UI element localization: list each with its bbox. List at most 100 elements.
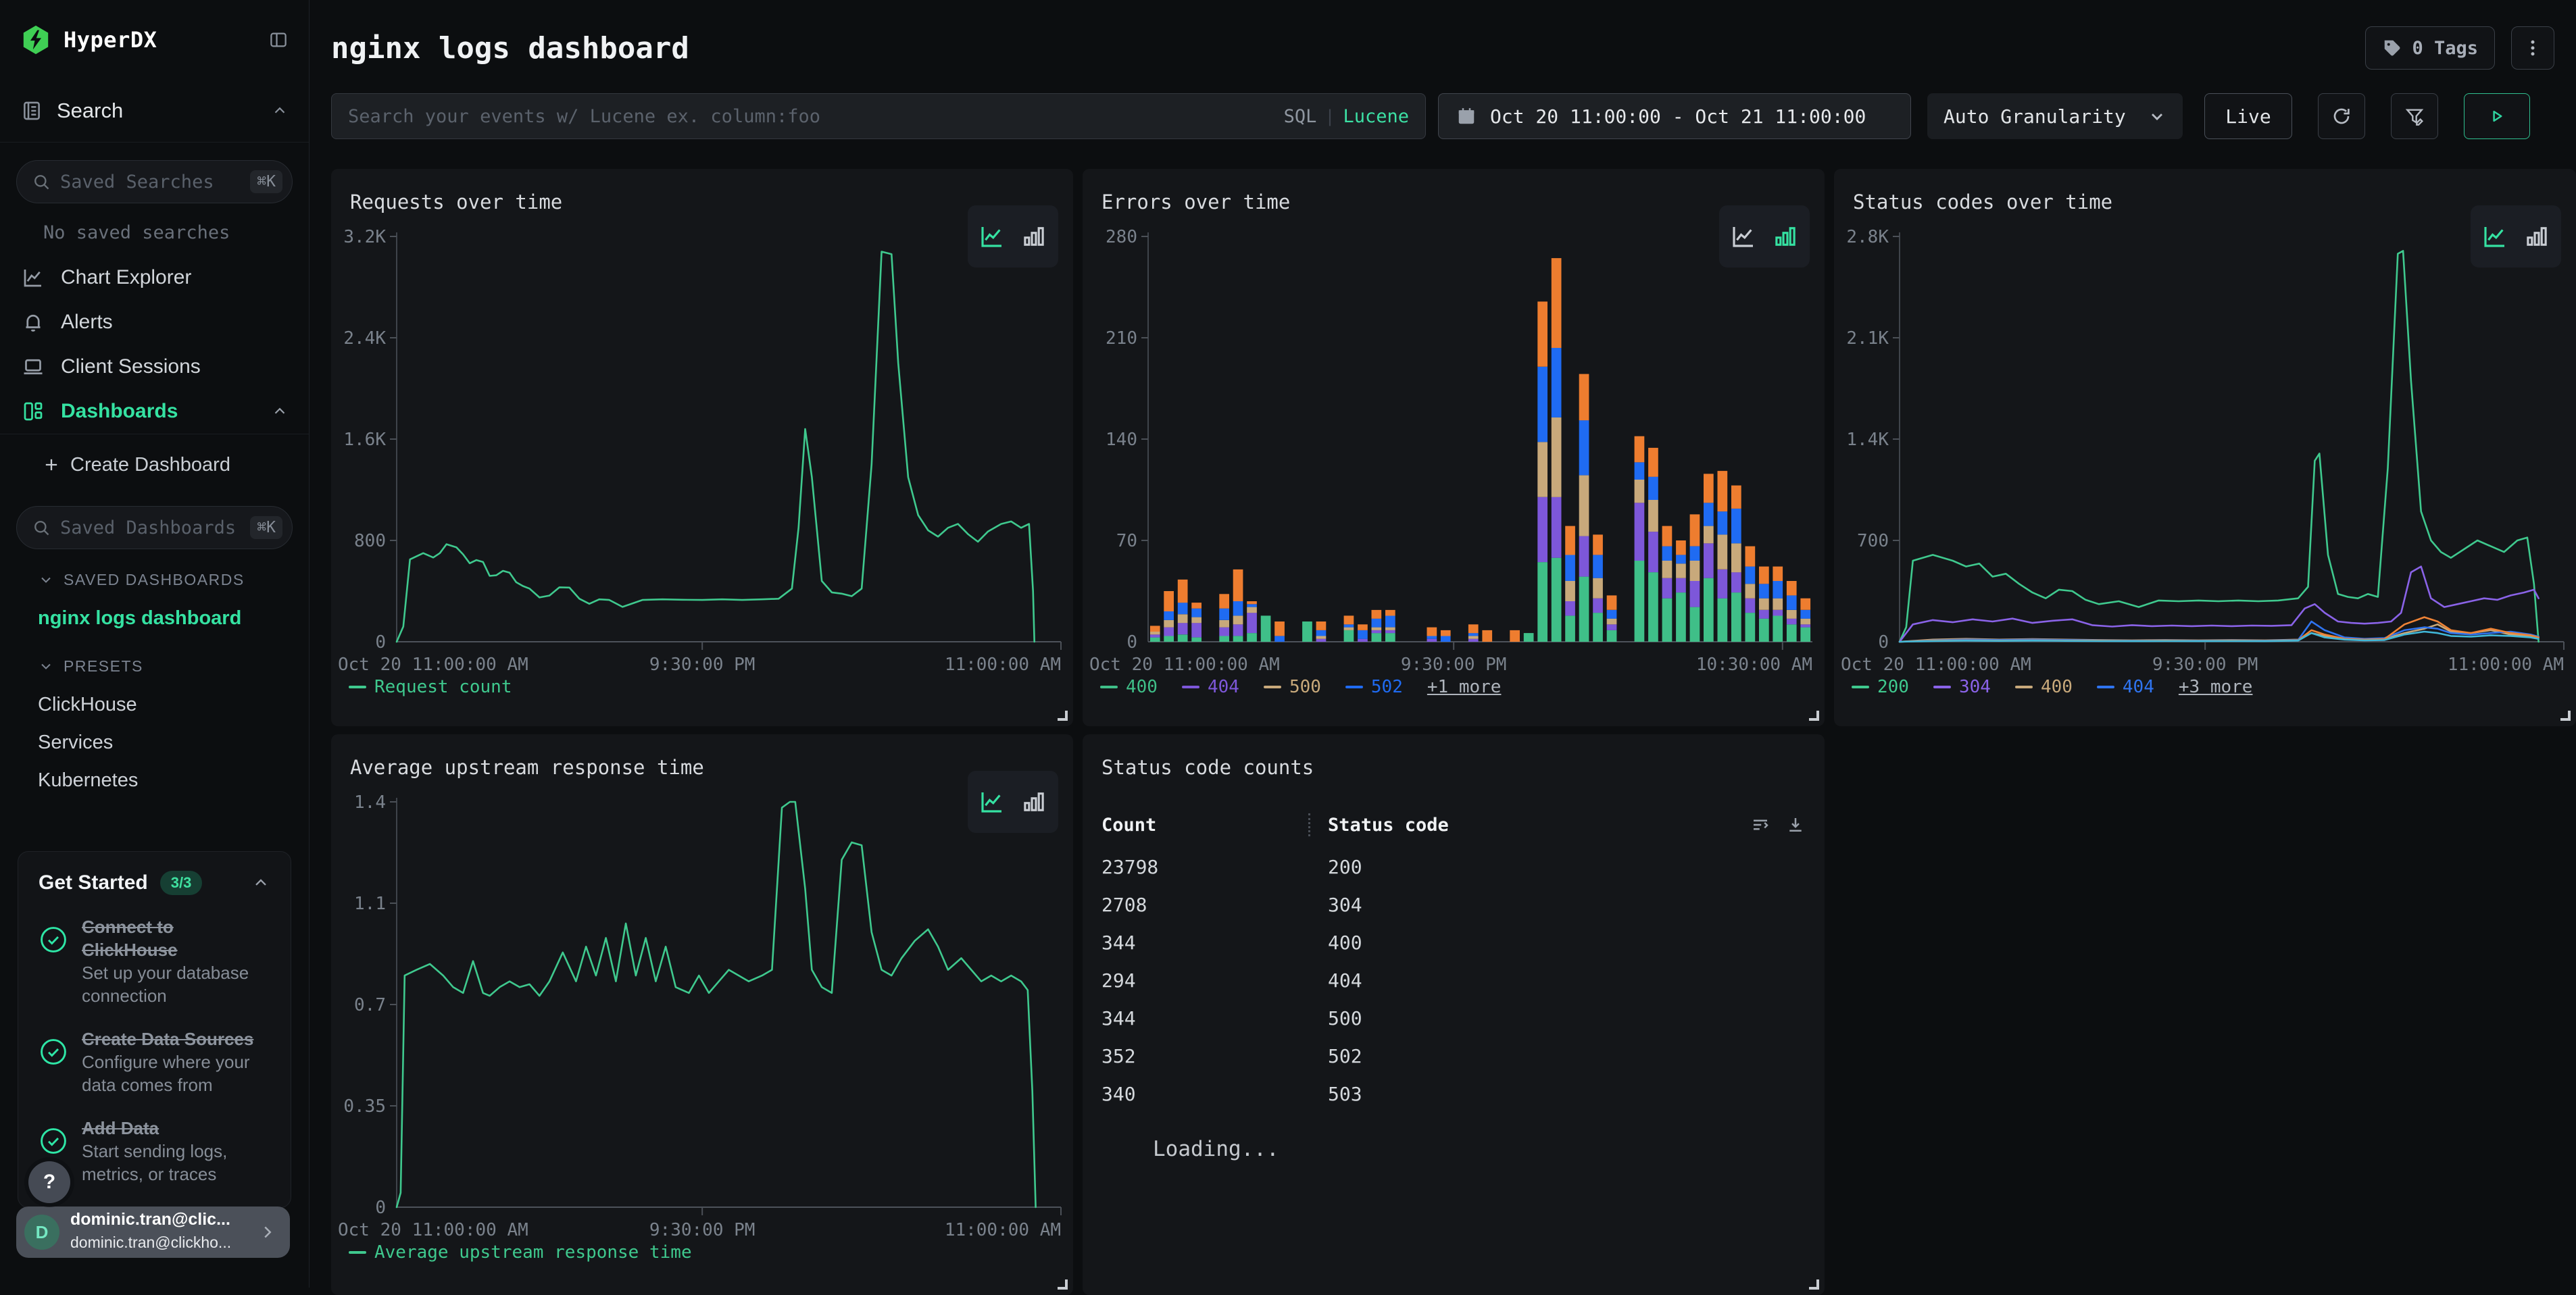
filter-button[interactable] [2391, 93, 2438, 139]
legend-label: 500 [1289, 677, 1321, 697]
sidebar-item-search[interactable]: Search [0, 80, 309, 142]
svg-text:9:30:00 PM: 9:30:00 PM [1401, 655, 1507, 675]
bar-chart-toggle-icon[interactable] [1020, 222, 1048, 251]
help-button[interactable]: ? [28, 1161, 70, 1203]
bar-chart-toggle-icon[interactable] [1771, 222, 1800, 251]
lucene-mode-toggle[interactable]: Lucene [1343, 106, 1409, 127]
panel-resize-handle[interactable] [1809, 711, 1819, 721]
svg-text:10:30:00 AM: 10:30:00 AM [1696, 655, 1812, 675]
get-started-step-connect[interactable]: Connect to ClickHouse Set up your databa… [39, 915, 270, 1007]
sidebar-item-client-sessions[interactable]: Client Sessions [0, 345, 309, 389]
legend-item[interactable]: 502 [1345, 677, 1403, 697]
get-started-card: Get Started 3/3 Connect to ClickHouse Se… [18, 851, 291, 1208]
line-chart-toggle-icon[interactable] [2481, 222, 2509, 251]
chart-line-icon [20, 265, 46, 290]
bar-chart-toggle-icon[interactable] [1020, 788, 1048, 816]
no-saved-searches-text: No saved searches [43, 222, 309, 243]
event-search-box[interactable]: SQL | Lucene [331, 93, 1426, 139]
legend-item[interactable]: 200 [1852, 677, 1909, 697]
column-separator[interactable] [1308, 813, 1310, 836]
presets-section-toggle[interactable]: PRESETS [0, 646, 309, 686]
sidebar-item-dashboards[interactable]: Dashboards [0, 389, 309, 434]
legend-more-link[interactable]: +1 more [1427, 677, 1502, 697]
create-dashboard-button[interactable]: Create Dashboard [0, 441, 309, 488]
brand-name: HyperDX [64, 27, 268, 53]
laptop-icon [20, 355, 46, 379]
column-header-status-code[interactable]: Status code [1328, 815, 1750, 836]
time-range-picker[interactable]: Oct 20 11:00:00 - Oct 21 11:00:00 [1438, 93, 1911, 139]
legend: Average upstream response time [349, 1242, 692, 1263]
errors-chart: 280210140700Oct 20 11:00:00 AM9:30:00 PM… [1083, 169, 1825, 726]
sql-mode-toggle[interactable]: SQL [1284, 106, 1317, 127]
svg-text:11:00:00 AM: 11:00:00 AM [945, 655, 1061, 675]
panel-resize-handle[interactable] [2560, 711, 2571, 721]
cell-count: 23798 [1101, 856, 1308, 878]
saved-dashboards-section-toggle[interactable]: SAVED DASHBOARDS [0, 560, 309, 599]
sidebar-item-clickhouse[interactable]: ClickHouse [0, 686, 309, 723]
sidebar-logo-row: HyperDX [0, 0, 309, 80]
column-header-count[interactable]: Count [1101, 815, 1308, 836]
filter-edit-icon [2404, 105, 2425, 127]
get-started-step-sources[interactable]: Create Data Sources Configure where your… [39, 1027, 270, 1096]
legend-item[interactable]: 404 [2097, 677, 2154, 697]
svg-text:9:30:00 PM: 9:30:00 PM [649, 1220, 756, 1240]
chevron-up-icon[interactable] [251, 873, 270, 892]
table-row: 2708304 [1101, 886, 1806, 923]
event-search-input[interactable] [348, 106, 1284, 127]
svg-text:800: 800 [354, 531, 386, 551]
legend-item[interactable]: Average upstream response time [349, 1242, 692, 1263]
sidebar-item-chart-explorer[interactable]: Chart Explorer [0, 255, 309, 300]
dashboard-menu-button[interactable] [2511, 26, 2554, 70]
svg-text:Oct 20 11:00:00 AM: Oct 20 11:00:00 AM [338, 1220, 528, 1240]
chevron-down-icon [38, 658, 54, 674]
legend-item[interactable]: 400 [2015, 677, 2073, 697]
legend-item[interactable]: Request count [349, 677, 512, 697]
live-button[interactable]: Live [2204, 93, 2292, 139]
svg-text:Oct 20 11:00:00 AM: Oct 20 11:00:00 AM [338, 655, 528, 675]
user-account-button[interactable]: D dominic.tran@clic... dominic.tran@clic… [16, 1207, 290, 1258]
cell-status-code: 404 [1308, 969, 1806, 992]
bar-chart-toggle-icon[interactable] [2523, 222, 2551, 251]
sidebar-item-nginx-logs-dashboard[interactable]: nginx logs dashboard [0, 599, 309, 637]
sidebar-item-label: Chart Explorer [61, 266, 289, 289]
sidebar: HyperDX Search ⌘K No saved searches [0, 0, 309, 1288]
sidebar-item-alerts[interactable]: Alerts [0, 300, 309, 345]
table-body: 2379820027083043444002944043445003525023… [1101, 848, 1806, 1113]
legend-item[interactable]: 400 [1100, 677, 1158, 697]
legend-item[interactable]: 500 [1264, 677, 1321, 697]
granularity-select[interactable]: Auto Granularity [1927, 93, 2183, 139]
tags-button[interactable]: 0 Tags [2365, 26, 2495, 70]
sidebar-collapse-button[interactable] [268, 30, 289, 50]
refresh-button[interactable] [2318, 93, 2365, 139]
svg-text:9:30:00 PM: 9:30:00 PM [649, 655, 756, 675]
legend-item[interactable]: 304 [1933, 677, 1991, 697]
svg-text:0: 0 [1878, 632, 1889, 653]
legend-more-link[interactable]: +3 more [2179, 677, 2253, 697]
saved-searches-input[interactable] [60, 172, 250, 193]
svg-text:Oct 20 11:00:00 AM: Oct 20 11:00:00 AM [1841, 655, 2031, 675]
get-started-step-add-data[interactable]: Add Data Start sending logs, metrics, or… [39, 1117, 270, 1186]
legend-item[interactable]: 404 [1182, 677, 1239, 697]
saved-dashboards-input[interactable] [60, 517, 250, 538]
sidebar-item-services[interactable]: Services [0, 723, 309, 761]
tags-label: 0 Tags [2412, 38, 2478, 59]
svg-text:280: 280 [1106, 227, 1137, 247]
panel-resize-handle[interactable] [1058, 1279, 1068, 1290]
avg-upstream-chart: 1.41.10.70.350Oct 20 11:00:00 AM9:30:00 … [331, 734, 1073, 1295]
download-csv-icon[interactable] [1785, 815, 1806, 835]
sidebar-item-kubernetes[interactable]: Kubernetes [0, 761, 309, 799]
panel-resize-handle[interactable] [1809, 1279, 1819, 1290]
chart-type-toggle [2471, 205, 2561, 268]
wrap-lines-icon[interactable] [1750, 815, 1770, 835]
saved-searches-search[interactable]: ⌘K [16, 160, 293, 203]
time-range-value: Oct 20 11:00:00 - Oct 21 11:00:00 [1490, 105, 1866, 128]
table-header: Count Status code [1101, 810, 1806, 840]
panel-resize-handle[interactable] [1058, 711, 1068, 721]
sidebar-item-label: Alerts [61, 311, 289, 334]
line-chart-toggle-icon[interactable] [978, 222, 1006, 251]
line-chart-toggle-icon[interactable] [1729, 222, 1758, 251]
search-icon [32, 518, 51, 537]
line-chart-toggle-icon[interactable] [978, 788, 1006, 816]
run-query-button[interactable] [2464, 93, 2530, 139]
saved-dashboards-search[interactable]: ⌘K [16, 506, 293, 549]
